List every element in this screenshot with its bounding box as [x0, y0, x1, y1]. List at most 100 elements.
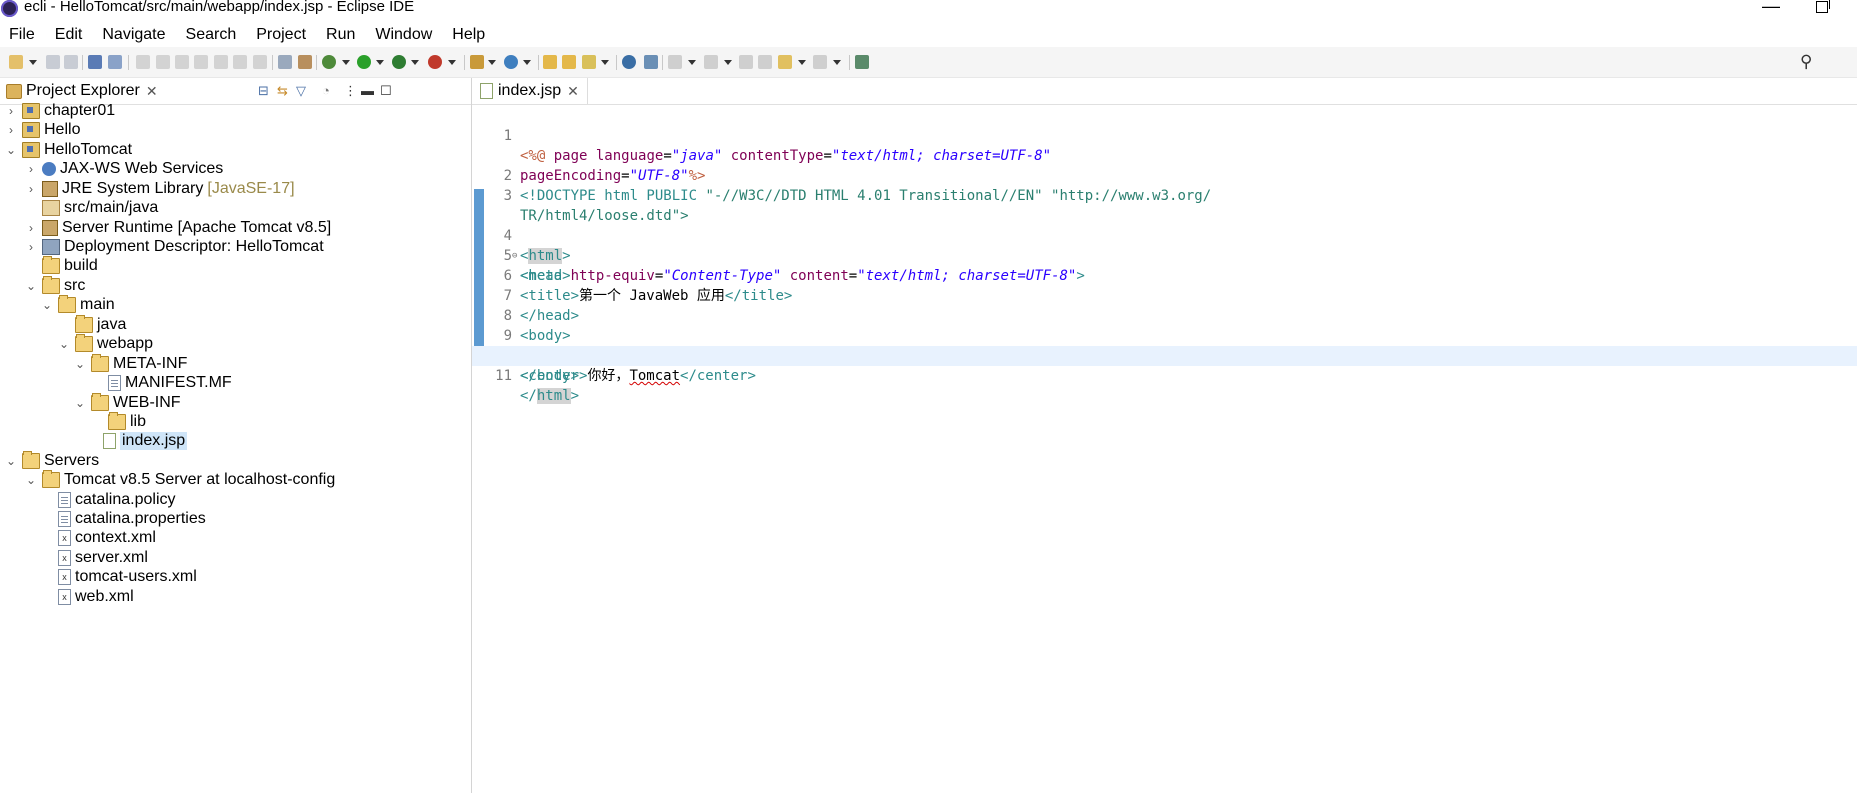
debug-dropdown-icon[interactable]	[342, 60, 350, 65]
menu-navigate[interactable]: Navigate	[92, 22, 175, 48]
menu-window[interactable]: Window	[365, 22, 442, 48]
editor-tab-bar: index.jsp ✕	[472, 78, 1857, 105]
tree-item-tomcat-config[interactable]: ⌄ Tomcat v8.5 Server at localhost-config	[24, 469, 335, 491]
menu-help[interactable]: Help	[442, 22, 495, 48]
new-java-class-icon[interactable]	[504, 55, 518, 69]
new-icon[interactable]	[9, 55, 23, 69]
tree-item-src-main-java[interactable]: src/main/java	[24, 197, 158, 219]
toolbar-separator	[128, 55, 129, 70]
resume-icon[interactable]	[136, 55, 150, 69]
open-resource-icon[interactable]	[562, 55, 576, 69]
pin-editor-icon[interactable]	[855, 55, 869, 69]
search-tool-icon[interactable]	[582, 55, 596, 69]
web-service-icon[interactable]	[644, 55, 658, 69]
collapse-icon[interactable]: ⌄	[57, 333, 71, 355]
next-edit-icon[interactable]	[758, 55, 772, 69]
run-icon[interactable]	[357, 55, 371, 69]
step-into-icon[interactable]	[214, 55, 228, 69]
use-step-filters-icon[interactable]	[278, 55, 292, 69]
next-annotation-dropdown-icon[interactable]	[688, 60, 696, 65]
toolbar-separator	[662, 55, 663, 70]
menu-bar: File Edit Navigate Search Project Run Wi…	[0, 22, 1857, 48]
debug-icon[interactable]	[322, 55, 336, 69]
toolbar-separator	[464, 55, 465, 70]
external-tools-icon[interactable]	[428, 55, 442, 69]
tree-item-hello[interactable]: › Hello	[4, 119, 80, 141]
new-dropdown-icon[interactable]	[29, 60, 37, 65]
skip-breakpoints-icon[interactable]	[108, 55, 122, 69]
previous-annotation-dropdown-icon[interactable]	[724, 60, 732, 65]
code-line: 3 TR/html4/loose.dtd">	[472, 166, 1857, 224]
view-menu-icon[interactable]: ⋮	[344, 83, 357, 99]
menu-search[interactable]: Search	[176, 22, 247, 48]
save-all-icon[interactable]	[64, 55, 78, 69]
toggle-icon[interactable]	[298, 55, 312, 69]
tree-item-web-xml[interactable]: x web.xml	[40, 586, 134, 608]
collapse-all-icon[interactable]: ⊟	[258, 83, 269, 99]
menu-edit[interactable]: Edit	[45, 22, 93, 48]
tree-item-label: tomcat-users.xml	[75, 568, 197, 585]
tree-item-label: chapter01	[44, 102, 116, 119]
terminate-icon[interactable]	[175, 55, 189, 69]
collapse-icon[interactable]: ⌄	[40, 294, 54, 316]
terminal-icon[interactable]	[88, 55, 102, 69]
filter-icon[interactable]: ▽	[296, 83, 306, 99]
coverage-icon[interactable]	[392, 55, 406, 69]
search-dropdown-icon[interactable]	[601, 60, 609, 65]
minimize-button[interactable]: —	[1762, 0, 1780, 17]
collapse-icon[interactable]: ⌄	[4, 450, 18, 472]
suspend-icon[interactable]	[156, 55, 170, 69]
run-dropdown-icon[interactable]	[376, 60, 384, 65]
new-server-dropdown-icon[interactable]	[488, 60, 496, 65]
next-annotation-icon[interactable]	[668, 55, 682, 69]
external-tools-dropdown-icon[interactable]	[448, 60, 456, 65]
coverage-dropdown-icon[interactable]	[411, 60, 419, 65]
search-icon[interactable]: ⚲	[1800, 52, 1812, 72]
tree-item-jax-ws[interactable]: › JAX-WS Web Services	[24, 158, 223, 180]
editor-tab-index-jsp[interactable]: index.jsp ✕	[472, 78, 588, 104]
collapse-icon[interactable]: ⌄	[73, 353, 87, 375]
tree-item-build[interactable]: build	[24, 255, 98, 277]
tree-item-context-xml[interactable]: x context.xml	[40, 527, 156, 549]
menu-file[interactable]: File	[0, 22, 45, 48]
step-over-icon[interactable]	[233, 55, 247, 69]
open-type-icon[interactable]	[543, 55, 557, 69]
tree-item-manifest[interactable]: MANIFEST.MF	[90, 372, 232, 394]
code-line: 7 </head>	[472, 266, 1857, 324]
back-dropdown-icon[interactable]	[798, 60, 806, 65]
expand-icon[interactable]: ›	[24, 158, 38, 180]
tree-item-label: java	[97, 316, 127, 333]
tree-item-main[interactable]: ⌄ main	[40, 294, 115, 316]
close-icon[interactable]: ✕	[146, 83, 158, 100]
collapse-icon[interactable]: ⌄	[24, 275, 38, 297]
tree-item-label: Hello	[44, 121, 81, 138]
disconnect-icon[interactable]	[194, 55, 208, 69]
collapse-icon[interactable]: ⌄	[4, 139, 18, 161]
menu-run[interactable]: Run	[316, 22, 365, 48]
new-server-icon[interactable]	[470, 55, 484, 69]
last-edit-icon[interactable]	[739, 55, 753, 69]
expand-icon[interactable]: ›	[4, 119, 18, 141]
back-icon[interactable]	[778, 55, 792, 69]
tree-item-index-jsp[interactable]: index.jsp	[85, 430, 188, 452]
previous-annotation-icon[interactable]	[704, 55, 718, 69]
minimize-view-icon[interactable]: ▬	[361, 83, 374, 98]
focus-icon[interactable]: ◔	[322, 83, 330, 98]
browser-icon[interactable]	[622, 55, 636, 69]
tree-item-webapp[interactable]: ⌄ webapp	[57, 333, 153, 355]
menu-project[interactable]: Project	[246, 22, 316, 48]
new-java-class-dropdown-icon[interactable]	[523, 60, 531, 65]
close-icon[interactable]: ✕	[567, 83, 579, 100]
maximize-view-icon[interactable]: ☐	[380, 83, 392, 99]
save-icon[interactable]	[46, 55, 60, 69]
tree-item-tomcat-users-xml[interactable]: x tomcat-users.xml	[40, 566, 197, 588]
code-line: <html>	[472, 186, 1857, 264]
forward-dropdown-icon[interactable]	[833, 60, 841, 65]
collapse-icon[interactable]: ⌄	[24, 469, 38, 491]
link-with-editor-icon[interactable]: ⇆	[277, 83, 288, 99]
collapse-icon[interactable]: ⌄	[73, 392, 87, 414]
forward-icon[interactable]	[813, 55, 827, 69]
restore-button[interactable]	[1816, 0, 1830, 13]
step-return-icon[interactable]	[253, 55, 267, 69]
